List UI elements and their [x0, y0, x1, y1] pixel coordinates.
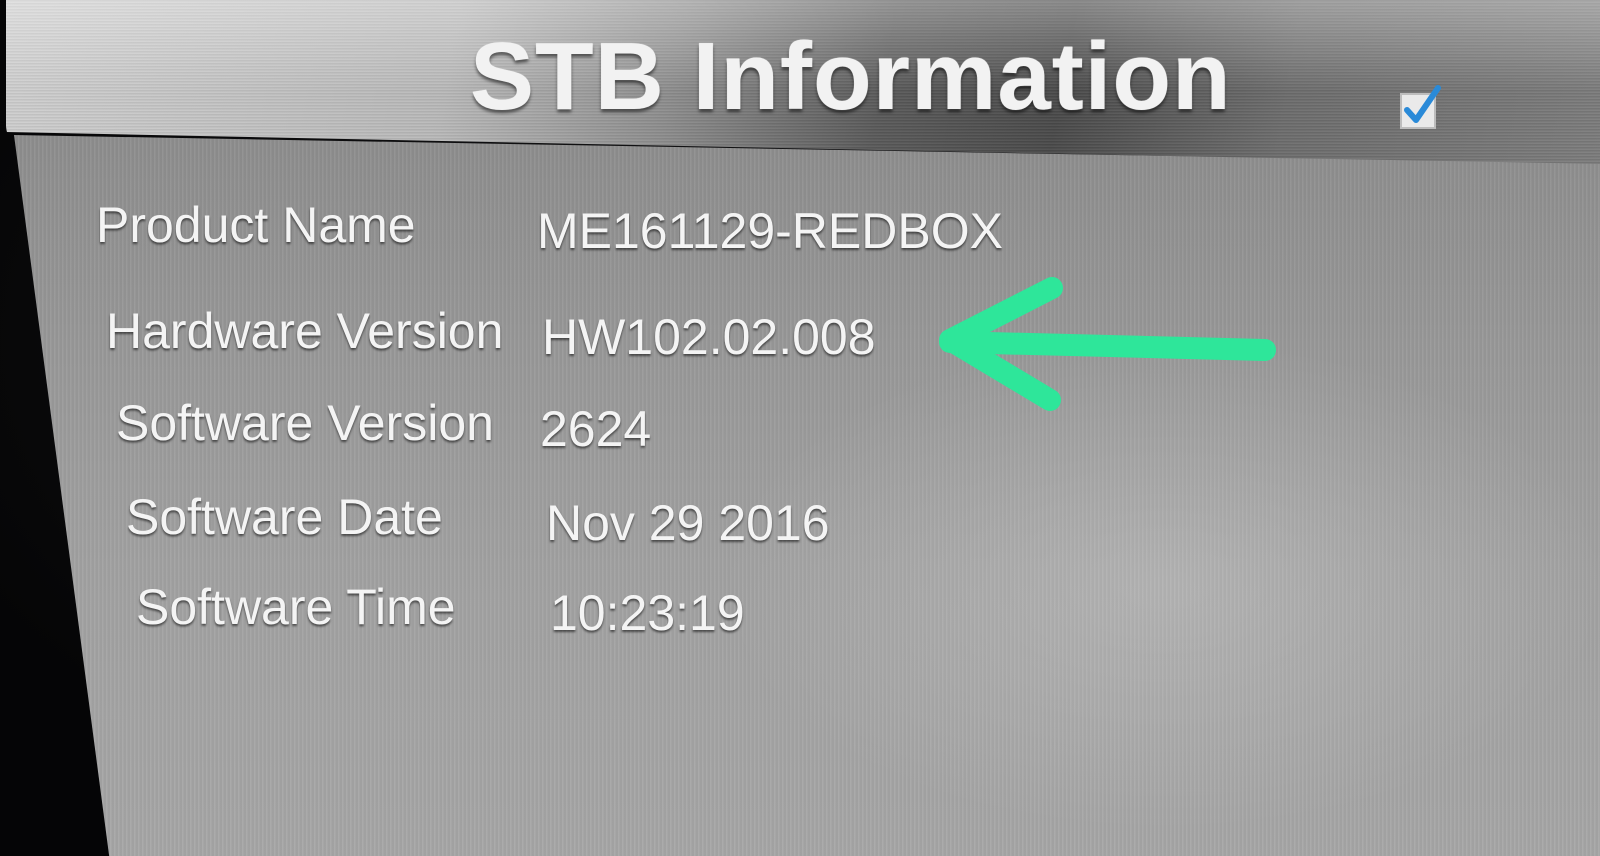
software-date-label: Software Date [126, 489, 443, 545]
product-name-value: ME161129-REDBOX [537, 203, 1003, 259]
hardware-version-label: Hardware Version [106, 303, 504, 359]
software-time-label: Software Time [136, 579, 456, 635]
software-version-value: 2624 [540, 401, 652, 457]
software-version-label: Software Version [116, 395, 494, 451]
tv-screen: STB Information Product Name ME161129-RE… [0, 0, 1600, 856]
page-title: STB Information [470, 23, 1232, 130]
checkbox-checked-icon [1400, 85, 1441, 129]
software-date-value: Nov 29 2016 [546, 495, 830, 551]
arrow-left-icon [939, 277, 1276, 411]
software-time-value: 10:23:19 [550, 585, 745, 641]
product-name-label: Product Name [96, 197, 416, 253]
hardware-version-value: HW102.02.008 [542, 309, 876, 365]
